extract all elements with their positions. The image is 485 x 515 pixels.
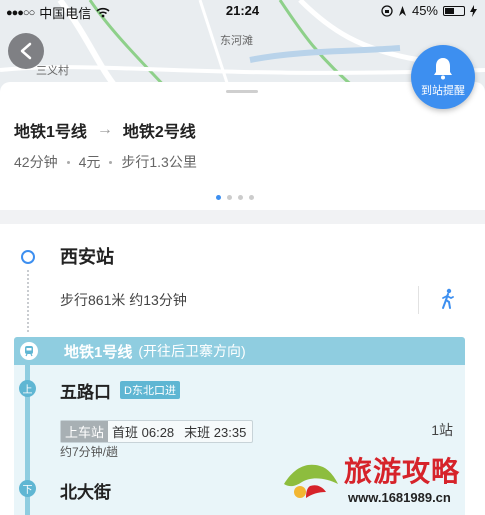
board-station-name: 五路口 xyxy=(60,383,111,402)
metro-line-direction: (开往后卫寨方向) xyxy=(138,343,246,359)
pager-dot[interactable] xyxy=(249,195,254,200)
route-to-line: 地铁2号线 xyxy=(122,124,196,141)
metro-icon xyxy=(20,342,38,360)
train-frequency: 约7分钟/趟 xyxy=(60,445,119,459)
arrival-alert-label: 到站提醒 xyxy=(421,85,465,97)
walking-person-icon[interactable] xyxy=(440,288,456,310)
watermark: 旅游攻略 www.1681989.cn xyxy=(278,446,483,512)
walk-path-line xyxy=(27,270,29,332)
route-arrow: → xyxy=(96,121,113,138)
board-station-tag: 上车站 xyxy=(61,421,109,442)
board-exit-tag: D东北口进 xyxy=(120,381,180,399)
drag-handle[interactable] xyxy=(226,90,258,93)
walk-segment-text[interactable]: 步行861米 约13分钟 xyxy=(60,290,187,310)
route-title: 地铁1号线 → 地铁2号线 xyxy=(14,118,196,142)
chevron-left-icon xyxy=(20,42,32,60)
route-fare: 4元 xyxy=(78,154,101,170)
first-train-time: 首班 06:28 xyxy=(112,425,175,440)
alight-stop-badge: 下 xyxy=(19,480,36,497)
section-divider xyxy=(0,210,485,224)
metro-line-header[interactable]: 地铁1号线 (开往后卫寨方向) xyxy=(14,337,465,365)
arrival-alert-button[interactable]: 到站提醒 xyxy=(411,45,475,109)
charging-bolt-icon xyxy=(470,4,477,17)
location-arrow-icon xyxy=(398,5,406,16)
status-bar: ●●●○○ 中国电信 21:24 45% xyxy=(0,0,485,22)
last-train-time: 末班 23:35 xyxy=(184,425,247,440)
route-from-line: 地铁1号线 xyxy=(14,124,87,141)
lock-rotation-icon xyxy=(381,4,393,17)
watermark-logo-icon xyxy=(284,464,338,498)
route-summary-card[interactable]: 地铁1号线 → 地铁2号线 42分钟 4元 步行1.3公里 xyxy=(0,82,485,210)
stops-count[interactable]: 1站 xyxy=(431,420,453,440)
walk-divider xyxy=(418,286,419,314)
pager-dot-active[interactable] xyxy=(216,195,221,200)
route-pager[interactable] xyxy=(216,195,254,200)
meta-separator xyxy=(66,160,70,164)
watermark-text: 旅游攻略 xyxy=(344,455,461,488)
route-duration: 42分钟 xyxy=(14,154,58,170)
start-station-name: 西安站 xyxy=(60,247,114,267)
map-label-donghetan: 东河滩 xyxy=(220,35,253,47)
battery-icon xyxy=(443,5,465,16)
train-times: 上车站 首班 06:28 末班 23:35 xyxy=(60,420,254,443)
battery-percent: 45% xyxy=(411,3,438,18)
board-stop-badge: 上 xyxy=(19,380,36,397)
bell-icon xyxy=(434,58,452,80)
pager-dot[interactable] xyxy=(227,195,232,200)
route-meta: 42分钟 4元 步行1.3公里 xyxy=(14,152,197,172)
back-button[interactable] xyxy=(8,33,44,69)
meta-separator xyxy=(109,160,113,164)
alight-station-name: 北大街 xyxy=(60,483,111,502)
start-point-marker xyxy=(21,250,35,264)
metro-line-name: 地铁1号线 xyxy=(64,343,133,361)
route-walk-distance: 步行1.3公里 xyxy=(121,154,197,170)
map-label-sanyicun: 三义村 xyxy=(36,65,69,77)
watermark-url: www.1681989.cn xyxy=(348,490,451,505)
pager-dot[interactable] xyxy=(238,195,243,200)
